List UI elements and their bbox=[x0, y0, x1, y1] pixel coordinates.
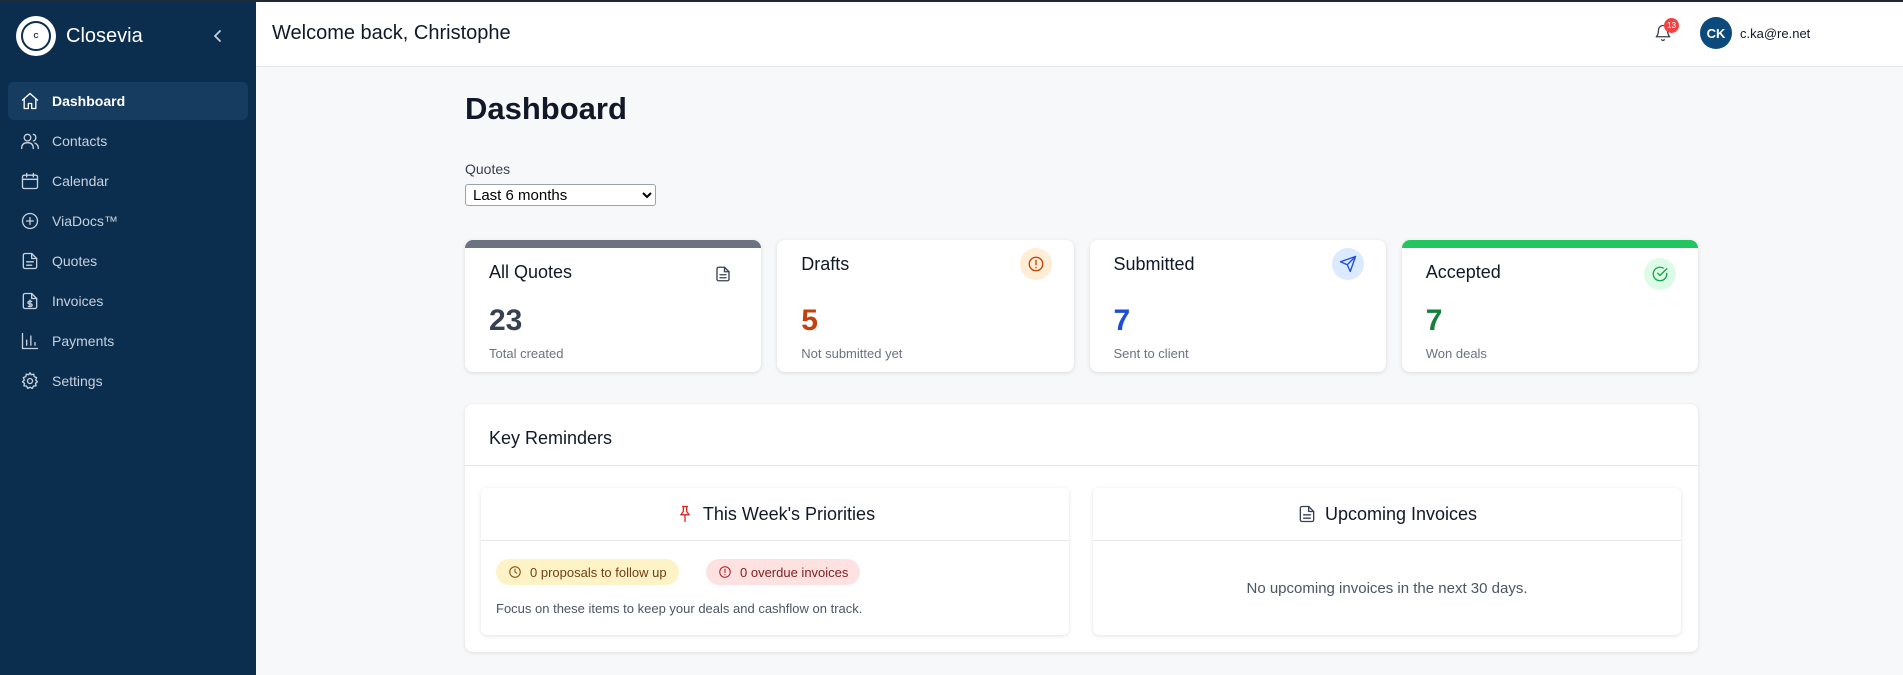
document-icon bbox=[707, 258, 740, 290]
sidebar-item-label: ViaDocs™ bbox=[52, 213, 118, 229]
sidebar-item-viadocs[interactable]: ViaDocs™ bbox=[8, 202, 248, 240]
users-icon bbox=[21, 133, 39, 150]
panel-header: Upcoming Invoices bbox=[1093, 488, 1681, 541]
card-subtitle: Won deals bbox=[1425, 346, 1487, 361]
alert-circle-icon bbox=[719, 566, 731, 578]
section-title: Key Reminders bbox=[489, 428, 613, 448]
sidebar-item-dashboard[interactable]: Dashboard bbox=[8, 82, 248, 120]
divider bbox=[465, 465, 1698, 466]
sidebar-item-invoices[interactable]: Invoices bbox=[8, 282, 248, 320]
sidebar-nav: Dashboard Contacts Calendar ViaDocs™ Quo… bbox=[8, 82, 248, 402]
followups-badge[interactable]: 0 proposals to follow up bbox=[496, 559, 679, 585]
notifications-button[interactable]: 13 bbox=[1654, 18, 1679, 46]
card-value: 7 bbox=[1113, 304, 1131, 337]
welcome-message: Welcome back, Christophe bbox=[272, 22, 511, 44]
gear-icon bbox=[21, 372, 39, 389]
sidebar-item-calendar[interactable]: Calendar bbox=[8, 162, 248, 200]
card-accepted[interactable]: Accepted 7 Won deals bbox=[1401, 240, 1698, 372]
file-icon bbox=[22, 252, 38, 270]
sidebar-item-payments[interactable]: Payments bbox=[8, 322, 248, 360]
overdue-badge[interactable]: 0 overdue invoices bbox=[706, 559, 861, 585]
sidebar-item-label: Quotes bbox=[52, 253, 98, 269]
card-all-quotes[interactable]: All Quotes 23 Total created bbox=[465, 240, 762, 372]
alert-circle-icon bbox=[1019, 248, 1052, 280]
card-subtitle: Not submitted yet bbox=[801, 346, 903, 361]
quotes-filter-label: Quotes bbox=[465, 161, 511, 177]
sidebar-item-label: Calendar bbox=[52, 173, 109, 189]
avatar[interactable]: CK bbox=[1700, 17, 1732, 49]
quotes-period-select[interactable]: Last 6 months bbox=[465, 184, 656, 206]
focus-note: Focus on these items to keep your deals … bbox=[496, 601, 863, 616]
card-title: All Quotes bbox=[489, 262, 573, 282]
sidebar-item-contacts[interactable]: Contacts bbox=[8, 122, 248, 160]
card-title: Drafts bbox=[801, 254, 850, 274]
sidebar-item-label: Contacts bbox=[52, 133, 108, 149]
logo: C bbox=[16, 16, 56, 56]
send-icon bbox=[1331, 248, 1364, 280]
card-value: 5 bbox=[801, 304, 818, 337]
brand[interactable]: C Closevia bbox=[16, 16, 143, 56]
pin-icon bbox=[680, 505, 690, 523]
upcoming-invoices-panel: Upcoming Invoices No upcoming invoices i… bbox=[1093, 488, 1681, 635]
empty-state-text: No upcoming invoices in the next 30 days… bbox=[1246, 580, 1528, 597]
card-submitted[interactable]: Submitted 7 Sent to client bbox=[1089, 240, 1386, 372]
user-email[interactable]: c.ka@re.net bbox=[1740, 26, 1810, 41]
panel-title: Upcoming Invoices bbox=[1324, 503, 1478, 524]
panel-title: This Week's Priorities bbox=[702, 503, 876, 524]
notification-count-badge: 13 bbox=[1664, 18, 1679, 33]
logo-mark: C bbox=[21, 21, 51, 51]
plus-circle-icon bbox=[21, 212, 39, 230]
sidebar-item-settings[interactable]: Settings bbox=[8, 362, 248, 400]
overdue-text: 0 overdue invoices bbox=[740, 564, 849, 580]
collapse-sidebar-button[interactable] bbox=[208, 22, 228, 50]
home-icon bbox=[21, 92, 39, 110]
card-subtitle: Sent to client bbox=[1113, 346, 1189, 361]
card-value: 7 bbox=[1425, 304, 1443, 337]
sidebar: C Closevia Dashboard Contacts Calendar V… bbox=[0, 0, 256, 675]
sidebar-item-label: Settings bbox=[52, 373, 103, 389]
followups-text: 0 proposals to follow up bbox=[530, 564, 667, 580]
document-icon bbox=[1299, 505, 1315, 523]
card-subtitle: Total created bbox=[489, 346, 564, 361]
sidebar-item-label: Payments bbox=[52, 333, 115, 349]
sidebar-item-label: Invoices bbox=[52, 293, 104, 309]
topbar: Welcome back, Christophe 13 CK c.ka@re.n… bbox=[256, 0, 1903, 67]
bar-chart-icon bbox=[21, 332, 39, 350]
card-title: Submitted bbox=[1113, 254, 1195, 274]
quote-stats-cards: All Quotes 23 Total created Drafts 5 Not… bbox=[465, 240, 1698, 372]
sidebar-item-quotes[interactable]: Quotes bbox=[8, 242, 248, 280]
priorities-panel: This Week's Priorities 0 proposals to fo… bbox=[481, 488, 1069, 635]
panel-header: This Week's Priorities bbox=[481, 488, 1069, 541]
card-title: Accepted bbox=[1425, 262, 1501, 282]
card-value: 23 bbox=[489, 304, 523, 337]
chevron-left-icon bbox=[214, 30, 221, 42]
clock-icon bbox=[509, 566, 521, 578]
page-title: Dashboard bbox=[465, 91, 627, 126]
calendar-icon bbox=[21, 172, 39, 190]
main-content: Dashboard Quotes Last 6 months All Quote… bbox=[256, 67, 1903, 675]
key-reminders-section: Key Reminders This Week's Priorities 0 p… bbox=[465, 404, 1698, 652]
sidebar-item-label: Dashboard bbox=[52, 93, 126, 109]
app-name: Closevia bbox=[66, 24, 143, 47]
file-dollar-icon bbox=[22, 292, 38, 310]
check-circle-icon bbox=[1644, 258, 1676, 290]
card-drafts[interactable]: Drafts 5 Not submitted yet bbox=[777, 240, 1074, 372]
